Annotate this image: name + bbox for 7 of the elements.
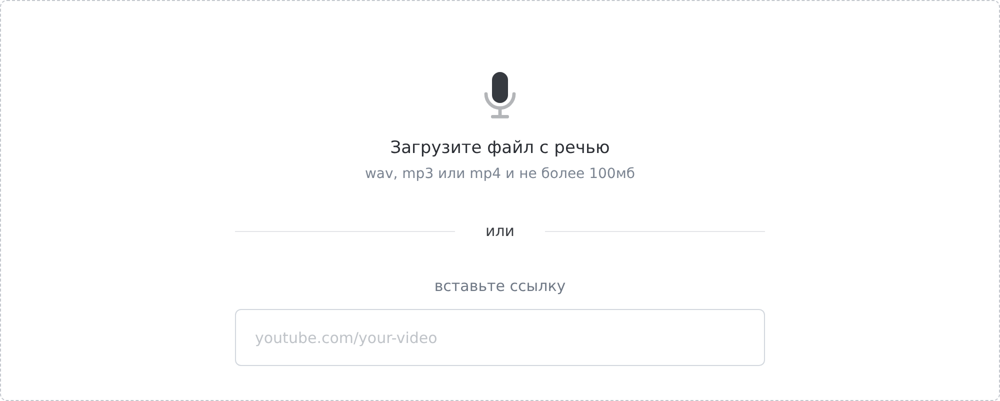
file-format-hint: wav, mp3 или mp4 и не более 100мб: [364, 165, 636, 183]
link-input-field[interactable]: youtube.com/your-video: [235, 309, 765, 366]
upload-dropzone[interactable]: Загрузите файл с речью wav, mp3 или mp4 и не более 100мб или вставьте ссылку youtube.com/your-video: [0, 0, 1000, 401]
upload-title: Загрузите файл с речью: [390, 137, 610, 159]
divider-label: или: [484, 221, 516, 241]
microphone-icon: [483, 72, 517, 120]
link-label: вставьте ссылку: [434, 276, 566, 296]
